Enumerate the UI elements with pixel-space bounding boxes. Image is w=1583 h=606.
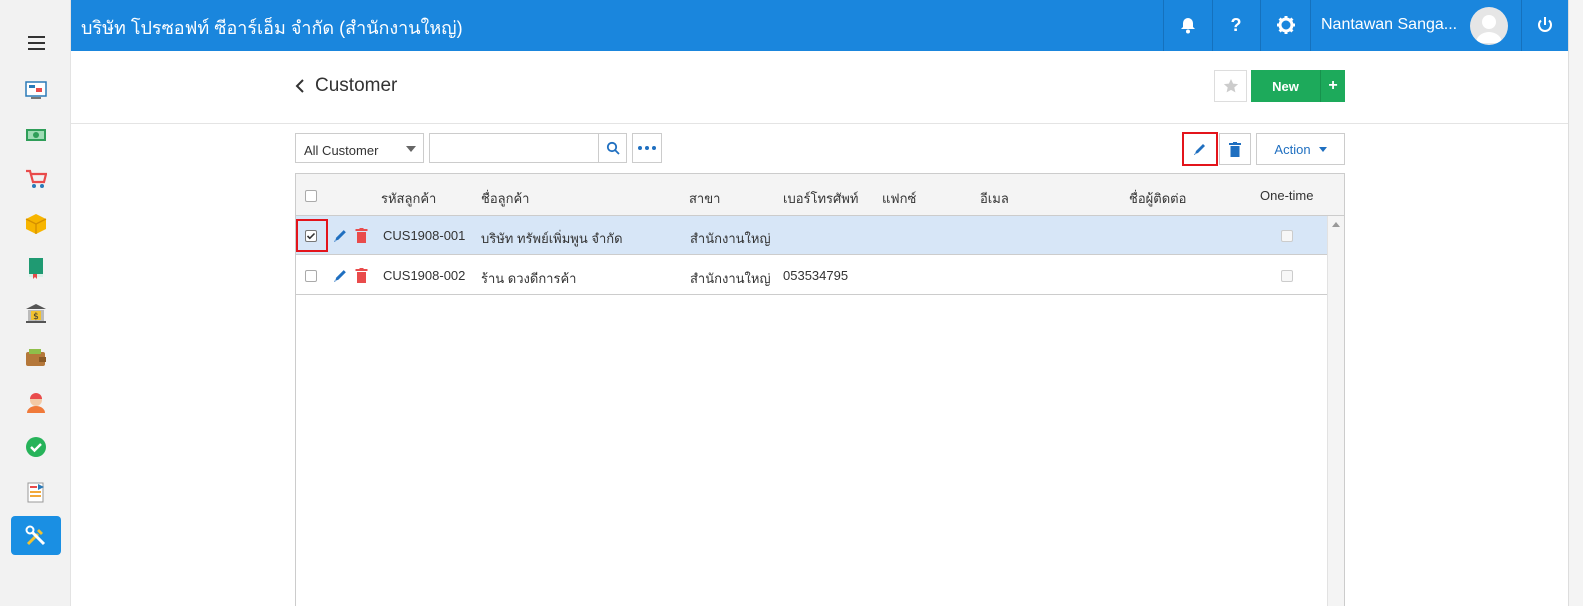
dashboard-icon[interactable] [25, 79, 47, 101]
sidebar: $ [0, 0, 71, 606]
column-header[interactable]: ชื่อลูกค้า [481, 188, 529, 209]
money-icon[interactable] [25, 124, 47, 146]
action-label: Action [1274, 141, 1311, 157]
column-header[interactable]: ชื่อผู้ติดต่อ [1129, 188, 1186, 209]
power-icon[interactable] [1534, 14, 1556, 36]
scroll-up-arrow-icon[interactable] [1332, 222, 1340, 227]
customer-code: CUS1908-001 [383, 228, 466, 243]
trash-icon[interactable] [354, 228, 369, 243]
search-icon [606, 141, 620, 155]
select-all-checkbox[interactable] [305, 190, 317, 202]
pencil-icon [1194, 144, 1205, 155]
more-options-button[interactable] [632, 133, 662, 163]
divider [1163, 0, 1164, 51]
help-icon[interactable]: ? [1225, 14, 1247, 36]
search-button[interactable] [598, 133, 627, 163]
new-dropdown-button[interactable]: + [1320, 70, 1345, 102]
check-icon[interactable] [25, 436, 47, 458]
box-icon[interactable] [25, 213, 47, 235]
trash-icon[interactable] [354, 268, 369, 283]
edit-button[interactable] [1182, 132, 1218, 166]
star-icon [1223, 79, 1238, 93]
wallet-icon[interactable] [25, 347, 47, 369]
page-title: Customer [315, 75, 398, 96]
new-button[interactable]: New [1251, 70, 1320, 102]
table-header: รหัสลูกค้า ชื่อลูกค้า สาขา เบอร์โทรศัพท์… [296, 174, 1344, 216]
customer-table: รหัสลูกค้า ชื่อลูกค้า สาขา เบอร์โทรศัพท์… [295, 173, 1345, 606]
window-edge [1568, 0, 1583, 606]
report-icon[interactable] [25, 481, 47, 503]
trash-icon [1229, 141, 1241, 157]
pencil-icon[interactable] [333, 268, 348, 283]
bank-icon[interactable]: $ [25, 302, 47, 324]
customer-name: ร้าน ดวงดีการค้า [481, 271, 577, 286]
divider [1260, 0, 1261, 51]
row-checkbox-checked[interactable] [305, 230, 317, 242]
avatar[interactable] [1470, 7, 1508, 45]
delete-button[interactable] [1219, 133, 1251, 165]
gear-icon[interactable] [1275, 14, 1297, 36]
top-bar: บริษัท โปรซอฟท์ ซีอาร์เอ็ม จำกัด (สำนักง… [71, 0, 1568, 51]
caret-down-icon [406, 146, 416, 152]
divider [1310, 0, 1311, 51]
customer-filter-select[interactable]: All Customer [295, 133, 424, 163]
bell-icon[interactable] [1177, 14, 1199, 36]
hamburger-menu-icon[interactable] [28, 36, 45, 50]
favorite-button[interactable] [1214, 70, 1247, 102]
row-checkbox[interactable] [305, 270, 317, 282]
column-header[interactable]: สาขา [689, 188, 720, 209]
customer-name: บริษัท ทรัพย์เพิ่มพูน จำกัด [481, 231, 623, 246]
vertical-scrollbar[interactable] [1327, 216, 1344, 606]
column-header[interactable]: แฟกซ์ [882, 188, 916, 209]
one-time-checkbox [1281, 270, 1293, 282]
column-header[interactable]: รหัสลูกค้า [381, 188, 436, 209]
user-name[interactable]: Nantawan Sanga... [1321, 16, 1457, 34]
table-row[interactable]: CUS1908-002 ร้าน ดวงดีการค้า สำนักงานใหญ… [296, 256, 1327, 295]
column-header[interactable]: อีเมล [980, 188, 1009, 209]
filter-selected-value: All Customer [304, 143, 379, 158]
one-time-checkbox [1281, 230, 1293, 242]
customer-branch: สำนักงานใหญ่ [690, 231, 771, 246]
user-icon[interactable] [25, 392, 47, 414]
customer-branch: สำนักงานใหญ่ [690, 271, 771, 286]
svg-text:$: $ [33, 312, 39, 322]
tools-icon [25, 525, 46, 546]
company-name[interactable]: บริษัท โปรซอฟท์ ซีอาร์เอ็ม จำกัด (สำนักง… [81, 13, 463, 42]
divider [71, 123, 1568, 124]
caret-down-icon [1318, 146, 1327, 152]
pencil-icon[interactable] [333, 228, 348, 243]
divider [1212, 0, 1213, 51]
back-chevron-icon[interactable] [294, 77, 308, 95]
customer-code: CUS1908-002 [383, 268, 466, 283]
cart-icon[interactable] [25, 168, 47, 190]
table-row[interactable]: CUS1908-001 บริษัท ทรัพย์เพิ่มพูน จำกัด … [296, 216, 1327, 255]
column-header[interactable]: One-time [1260, 188, 1313, 203]
customer-phone: 053534795 [783, 268, 849, 283]
column-header[interactable]: เบอร์โทรศัพท์ [783, 188, 858, 209]
sidebar-item-settings-active[interactable] [11, 516, 61, 555]
book-icon[interactable] [25, 257, 47, 279]
action-dropdown-button[interactable]: Action [1256, 133, 1345, 165]
search-input[interactable] [429, 133, 599, 163]
divider [1521, 0, 1522, 51]
